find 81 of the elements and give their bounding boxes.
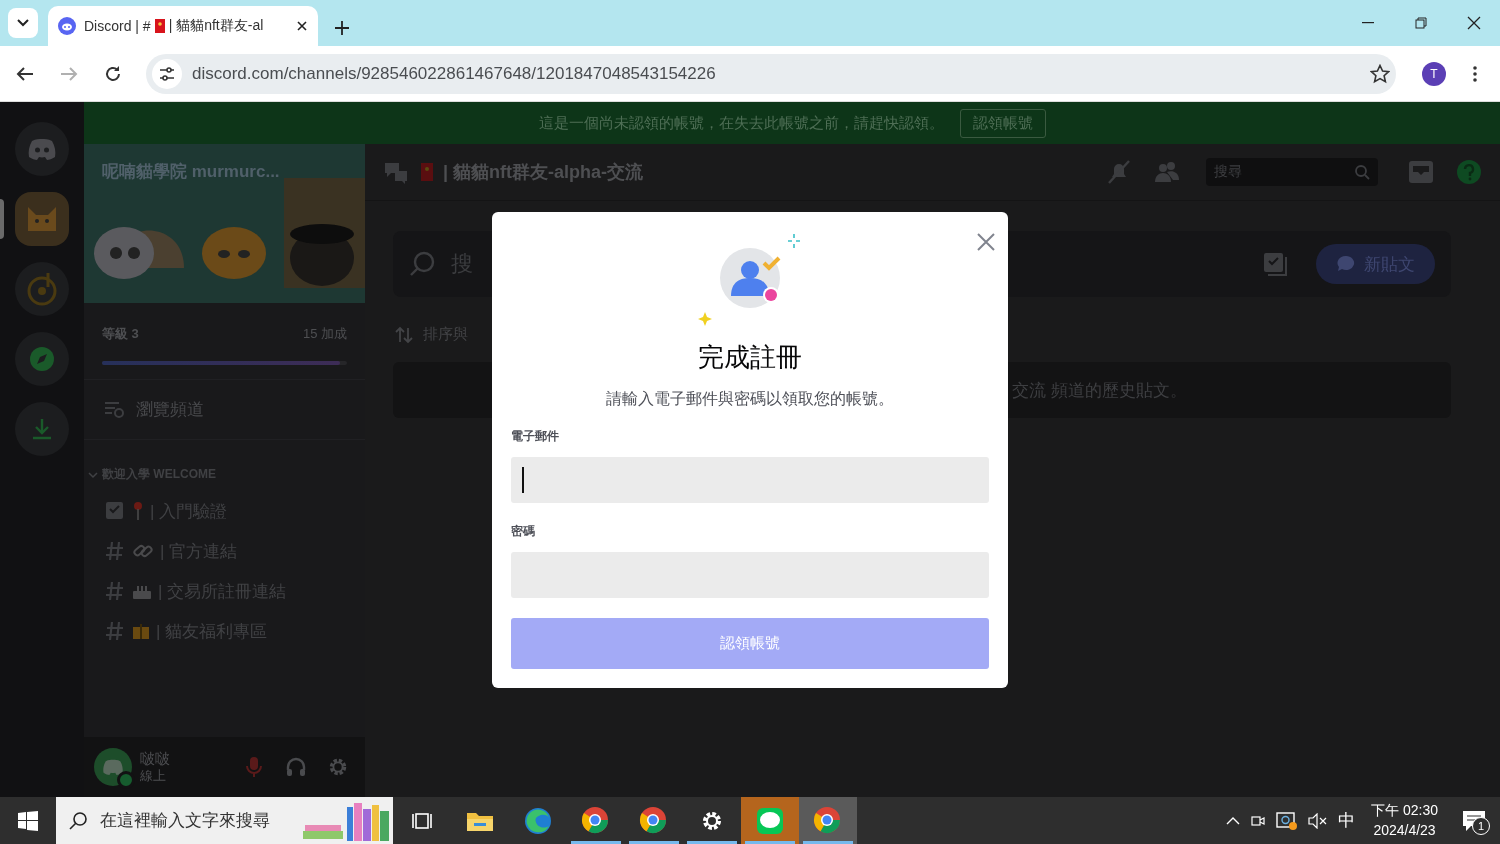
search-icon (409, 250, 437, 278)
running-indicator (571, 841, 621, 844)
list-search-icon (104, 399, 126, 420)
notifications-button[interactable]: 1 (1454, 800, 1494, 841)
dialog-title: 完成註冊 (698, 341, 802, 374)
headphones-icon (285, 756, 307, 778)
chat-bubble-icon (1336, 254, 1356, 274)
chevron-down-icon (17, 19, 29, 27)
running-indicator (629, 841, 679, 844)
chevron-down-icon (88, 470, 98, 479)
close-button[interactable] (976, 232, 996, 252)
discord-favicon (58, 17, 76, 35)
search-icon (1354, 164, 1370, 180)
search-placeholder: 在這裡輸入文字來搜尋 (100, 810, 271, 832)
tab-title: | 貓貓nft群友-al (168, 17, 264, 35)
inbox-icon (1408, 160, 1434, 184)
edge-browser-icon (523, 805, 553, 836)
envelope-icon (421, 163, 433, 181)
profile-avatar[interactable]: T (1422, 61, 1446, 86)
running-indicator (803, 841, 853, 844)
discord-logo-icon (27, 138, 57, 160)
chevron-up-icon (1226, 815, 1241, 826)
tab-title: Discord | # (84, 18, 151, 34)
checklist-icon (104, 500, 126, 522)
hashtag-icon (104, 580, 126, 602)
claim-account-button[interactable]: 認領帳號 (959, 108, 1046, 138)
dialog-subtitle: 請輸入電子郵件與密碼以領取您的帳號。 (606, 389, 894, 409)
more-vertical-icon (1473, 65, 1477, 82)
minimize-icon (1361, 22, 1374, 24)
chat-app-icon (756, 806, 784, 835)
people-icon (1154, 160, 1180, 184)
forward-arrow-icon (60, 65, 78, 82)
running-indicator (687, 841, 737, 844)
close-icon[interactable] (296, 20, 308, 32)
microphone-icon (243, 755, 265, 779)
taskbar-search-field[interactable]: 在這裡輸入文字來搜尋 (56, 797, 393, 844)
discord-logo-icon (102, 759, 124, 775)
task-view-icon (411, 810, 433, 831)
input-method-button[interactable]: 中 (1338, 809, 1356, 832)
hashtag-icon (104, 620, 126, 642)
selected-indicator (0, 199, 4, 239)
user-status: 線上 (140, 768, 167, 786)
bell-slash-icon (1106, 159, 1132, 185)
windows-logo-icon (18, 810, 38, 831)
sync-tray-button[interactable] (1276, 810, 1299, 831)
site-info-button[interactable] (152, 58, 182, 89)
back-arrow-icon (16, 65, 34, 82)
help-icon (1456, 159, 1482, 185)
volume-button[interactable] (1308, 812, 1329, 829)
clock-button[interactable]: 下午 02:30 2024/4/23 (1365, 800, 1444, 841)
envelope-icon (154, 19, 165, 33)
url-text: discord.com/channels/928546022861467648/1201847048543154226 (192, 63, 717, 84)
tune-icon (159, 66, 175, 81)
running-indicator (745, 841, 795, 844)
pin-icon (132, 501, 144, 521)
sort-arrows-icon (395, 325, 413, 344)
reload-icon (104, 64, 122, 83)
gift-icon (132, 622, 150, 640)
input-field[interactable] (511, 457, 989, 503)
sync-monitor-icon (1276, 810, 1299, 831)
compass-icon (28, 345, 56, 373)
user-avatar[interactable] (94, 748, 132, 786)
restore-icon (1414, 17, 1427, 29)
tab-search-button[interactable] (8, 8, 38, 38)
hashtag-icon (104, 540, 126, 562)
download-icon (30, 417, 54, 441)
new-tab-button[interactable] (334, 20, 350, 36)
checklist-icon[interactable] (1262, 251, 1288, 277)
plus-icon (334, 20, 350, 36)
close-icon (976, 232, 996, 252)
field-label: 密碼 (511, 523, 536, 540)
show-hidden-icons-button[interactable] (1226, 815, 1241, 826)
browser-tab[interactable]: Discord | # | 貓貓nft群友-al (48, 6, 318, 46)
search-icon (68, 810, 88, 831)
field-label: 電子郵件 (511, 428, 560, 445)
close-icon (1466, 16, 1481, 30)
volume-muted-icon (1308, 812, 1329, 829)
settings-icon (327, 756, 349, 778)
username: 啵啵 (140, 748, 171, 769)
address-bar[interactable]: discord.com/channels/928546022861467648/1201847048543154226 (146, 53, 1396, 94)
bookmark-star-icon[interactable] (1370, 63, 1390, 84)
